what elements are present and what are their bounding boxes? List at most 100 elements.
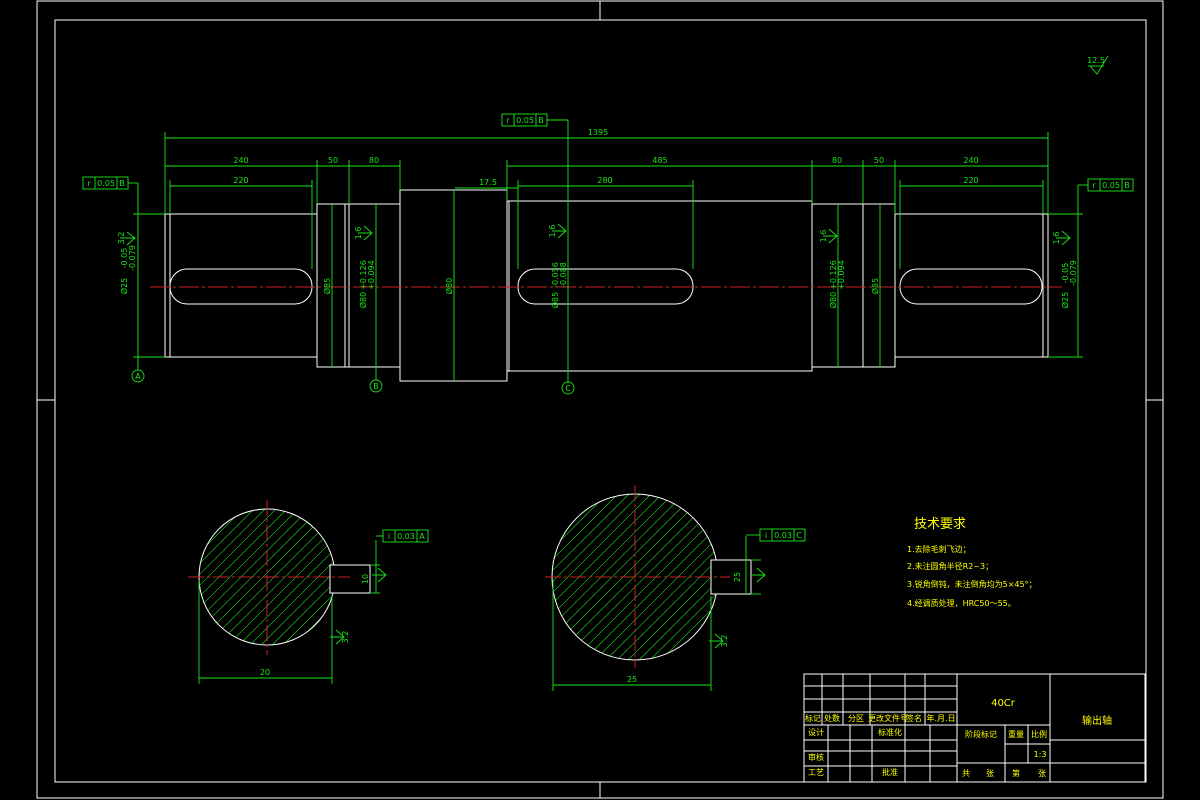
svg-text:0.03: 0.03 [774,531,792,540]
tech-req-line-3: 3.锐角倒钝，未注倒角均为5×45°； [907,579,1037,589]
dim-right-240: 240 [963,156,978,165]
dia-bearing-right: Ø80 [828,292,838,308]
svg-text:3.2: 3.2 [117,232,126,245]
svg-text:第: 第 [1012,768,1020,778]
dim-280: 280 [597,176,612,185]
dim-50a: 50 [328,156,338,165]
title-block: 40Cr 输出轴 标记 处数 分区 更改文件号 签名 年.月.日 设计 审核 工… [803,673,1146,783]
svg-text:1.6: 1.6 [1052,232,1061,245]
dia-collar: Ø80 [444,278,454,294]
svg-text:B: B [1124,181,1130,190]
shaft-right-end [894,213,1049,358]
svg-text:处数: 处数 [824,713,840,723]
svg-text:r: r [506,116,510,125]
dim-50b: 50 [874,156,884,165]
dia-bearing-left: Ø80 [358,292,368,308]
svg-text:工艺: 工艺 [808,768,824,777]
diameter-dimensions: Ø25 -0.05 -0.079 Ø85 Ø80 +0.126 +0.094 Ø… [119,120,1083,382]
datum-a: A [131,369,145,383]
dia-85b: Ø85 [870,278,880,294]
svg-text:B: B [373,382,379,391]
svg-text:设计: 设计 [808,727,824,737]
svg-text:C: C [565,384,571,393]
shaft-left-end [164,213,318,358]
dia-left-end: Ø25 [119,278,129,294]
tech-req-line-2: 2.未注圆角半径R2~3； [907,561,993,571]
svg-text:标准化: 标准化 [878,727,902,737]
svg-text:年.月.日: 年.月.日 [926,713,955,723]
svg-text:分区: 分区 [848,714,864,723]
dim-overall: 1395 [588,128,608,137]
svg-text:批准: 批准 [882,767,898,777]
datum-b: B [369,379,383,393]
tech-req-line-1: 1.去除毛刺飞边； [907,544,971,554]
hatch-line [552,494,564,660]
svg-text:0.03: 0.03 [397,532,415,541]
roughness-right-end: 1.6 [1052,230,1071,246]
svg-text:1:3: 1:3 [1034,750,1047,759]
svg-text:12.5: 12.5 [1087,56,1105,65]
svg-text:阶段标记: 阶段标记 [965,729,997,739]
dia-middle-tol-lo: -0.088 [559,262,568,288]
svg-text:r: r [87,179,91,188]
dia-bearing-right-tol-lo: +0.094 [837,260,846,290]
svg-text:比例: 比例 [1031,729,1047,739]
svg-text:1.6: 1.6 [819,230,828,243]
svg-text:审核: 审核 [808,752,824,762]
tb-material: 40Cr [991,698,1016,709]
svg-text:0.05: 0.05 [1102,181,1120,190]
dia-right-tol-lo: -0.079 [1069,260,1078,286]
svg-text:共: 共 [962,769,970,778]
tb-part-name: 输出轴 [1082,714,1112,727]
top-dimensions: 1395 240 220 50 80 17.5 280 485 80 50 24… [164,128,1049,269]
svg-text:3.2: 3.2 [341,631,350,644]
roughness-middle: 1.6 [548,223,567,239]
svg-text:更改文件号: 更改文件号 [868,713,908,723]
dim-80b: 80 [832,156,842,165]
svg-text:0.05: 0.05 [97,179,115,188]
svg-text:r: r [1092,181,1096,190]
roughness-left-end: 3.2 [117,232,136,246]
svg-text:3.2: 3.2 [720,635,729,648]
shaft-outline [164,189,1049,382]
drawing-sheet: 1395 240 220 50 80 17.5 280 485 80 50 24… [0,0,1200,800]
dim-17-5: 17.5 [479,178,497,187]
tolerance-frame-top: r 0.05 B [501,113,568,127]
svg-text:1.6: 1.6 [548,225,557,238]
svg-text:A: A [419,532,425,541]
tech-req-line-4: 4.经调质处理，HRC50～55。 [907,598,1016,608]
tolerance-frame-left: r 0.05 B [82,176,139,214]
svg-text:标记: 标记 [805,713,821,723]
section-view-right: 25 25 3.2 i 0.03 C [545,485,806,691]
hatch-line [199,509,233,645]
technical-requirements: 技术要求 1.去除毛刺飞边； 2.未注圆角半径R2~3； 3.锐角倒钝，未注倒角… [907,517,1037,608]
svg-text:1.6: 1.6 [354,227,363,240]
dim-left-220: 220 [233,176,248,185]
svg-text:i: i [765,531,767,540]
svg-text:0.05: 0.05 [516,116,534,125]
dim-80: 80 [369,156,379,165]
roughness-top-right: 12.5 [1087,55,1109,75]
datum-c: C [561,381,575,395]
section-left-width: 20 [260,668,270,677]
svg-text:张: 张 [986,769,994,778]
svg-text:B: B [119,179,125,188]
tech-req-title: 技术要求 [914,517,966,532]
section-right-key-depth: 25 [733,572,742,582]
svg-text:i: i [388,532,390,541]
tolerance-frame-right: r 0.05 B [1077,178,1134,214]
hatch-line [552,494,553,660]
dim-left-240: 240 [233,156,248,165]
section-view-left: 20 10 3.2 i 0.03 A [188,500,429,684]
dia-right-end: Ø25 [1060,292,1070,308]
dia-85a: Ø85 [322,278,332,294]
dia-left-tol-lo: -0.079 [128,245,137,271]
shaft-step-1 [316,203,350,368]
svg-text:签名: 签名 [906,713,922,723]
svg-text:重量: 重量 [1008,729,1024,739]
roughness-bearing-left: 1.6 [354,225,373,241]
dia-middle: Ø85 [550,292,560,308]
hatch-line [199,509,200,645]
roughness-bearing-right: 1.6 [819,228,838,244]
svg-text:A: A [135,372,141,381]
